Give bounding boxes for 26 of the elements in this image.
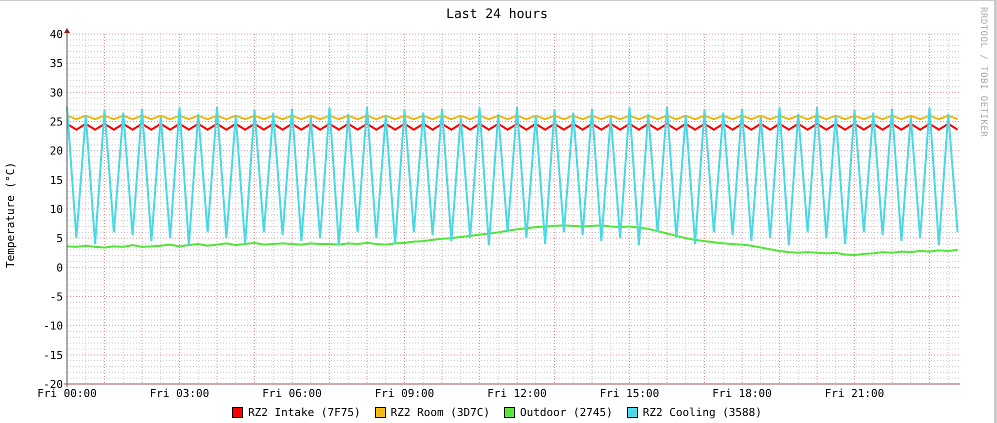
y-tick-label: 40 xyxy=(50,28,63,41)
y-tick-label: 10 xyxy=(50,203,63,216)
y-tick-label: -10 xyxy=(43,320,63,333)
y-tick-label: -5 xyxy=(50,290,63,304)
x-tick-label: Fri 21:00 xyxy=(824,387,884,400)
y-tick-label: 20 xyxy=(50,144,63,158)
x-tick-label: Fri 15:00 xyxy=(600,387,660,400)
x-tick-label: Fri 09:00 xyxy=(374,387,434,400)
legend-label: Outdoor (2745) xyxy=(520,406,613,418)
legend-label: RZ2 Intake (7F75) xyxy=(248,406,361,418)
y-tick-label: 15 xyxy=(50,174,63,187)
legend-label: RZ2 Room (3D7C) xyxy=(390,406,490,418)
x-tick-label: Fri 03:00 xyxy=(150,387,210,400)
legend-label: RZ2 Cooling (3588) xyxy=(642,406,762,418)
credit-text: RRDTOOL / TOBI OETIKER xyxy=(978,7,988,138)
y-tick-label: 0 xyxy=(56,261,63,274)
y-tick-label: 35 xyxy=(50,57,63,70)
x-tick-label: Fri 18:00 xyxy=(712,387,772,400)
x-tick-label: Fri 12:00 xyxy=(487,387,547,400)
y-axis-label: Temperature (°C) xyxy=(4,162,16,268)
y-tick-label: 30 xyxy=(50,86,63,100)
y-tick-label: 25 xyxy=(50,116,63,128)
x-tick-label: Fri 06:00 xyxy=(262,387,322,400)
y-tick-label: -15 xyxy=(43,348,63,362)
x-tick-label: Fri 00:00 xyxy=(37,387,97,400)
y-tick-label: 5 xyxy=(56,232,63,246)
